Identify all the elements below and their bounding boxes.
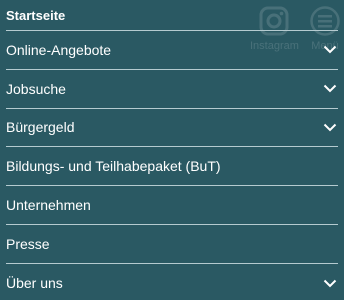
nav-item-jobsuche[interactable]: Jobsuche xyxy=(6,70,338,109)
nav-item-buergergeld[interactable]: Bürgergeld xyxy=(6,109,338,148)
nav-item-bildungs-teilhabepaket[interactable]: Bildungs- und Teilhabepaket (BuT) xyxy=(6,147,338,187)
nav-item-label: Über uns xyxy=(6,275,63,292)
nav-item-ueber-uns[interactable]: Über uns xyxy=(6,264,338,300)
nav-item-label: Startseite xyxy=(6,7,66,23)
chevron-down-icon[interactable] xyxy=(323,82,337,96)
nav-item-unternehmen[interactable]: Unternehmen xyxy=(6,186,338,225)
nav-item-label: Presse xyxy=(6,235,50,252)
main-navigation: Startseite Online-Angebote Jobsuche Bürg… xyxy=(0,0,344,300)
chevron-down-icon[interactable] xyxy=(323,43,337,57)
nav-item-label: Unternehmen xyxy=(6,197,91,214)
nav-item-label: Jobsuche xyxy=(6,80,66,97)
nav-item-online-angebote[interactable]: Online-Angebote xyxy=(6,31,338,70)
nav-item-label: Bürgergeld xyxy=(6,119,75,136)
chevron-down-icon[interactable] xyxy=(323,120,337,134)
nav-item-startseite[interactable]: Startseite xyxy=(6,0,338,31)
nav-item-label: Bildungs- und Teilhabepaket (BuT) xyxy=(6,158,221,175)
chevron-down-icon[interactable] xyxy=(323,276,337,290)
nav-item-presse[interactable]: Presse xyxy=(6,225,338,264)
nav-item-label: Online-Angebote xyxy=(6,41,112,58)
